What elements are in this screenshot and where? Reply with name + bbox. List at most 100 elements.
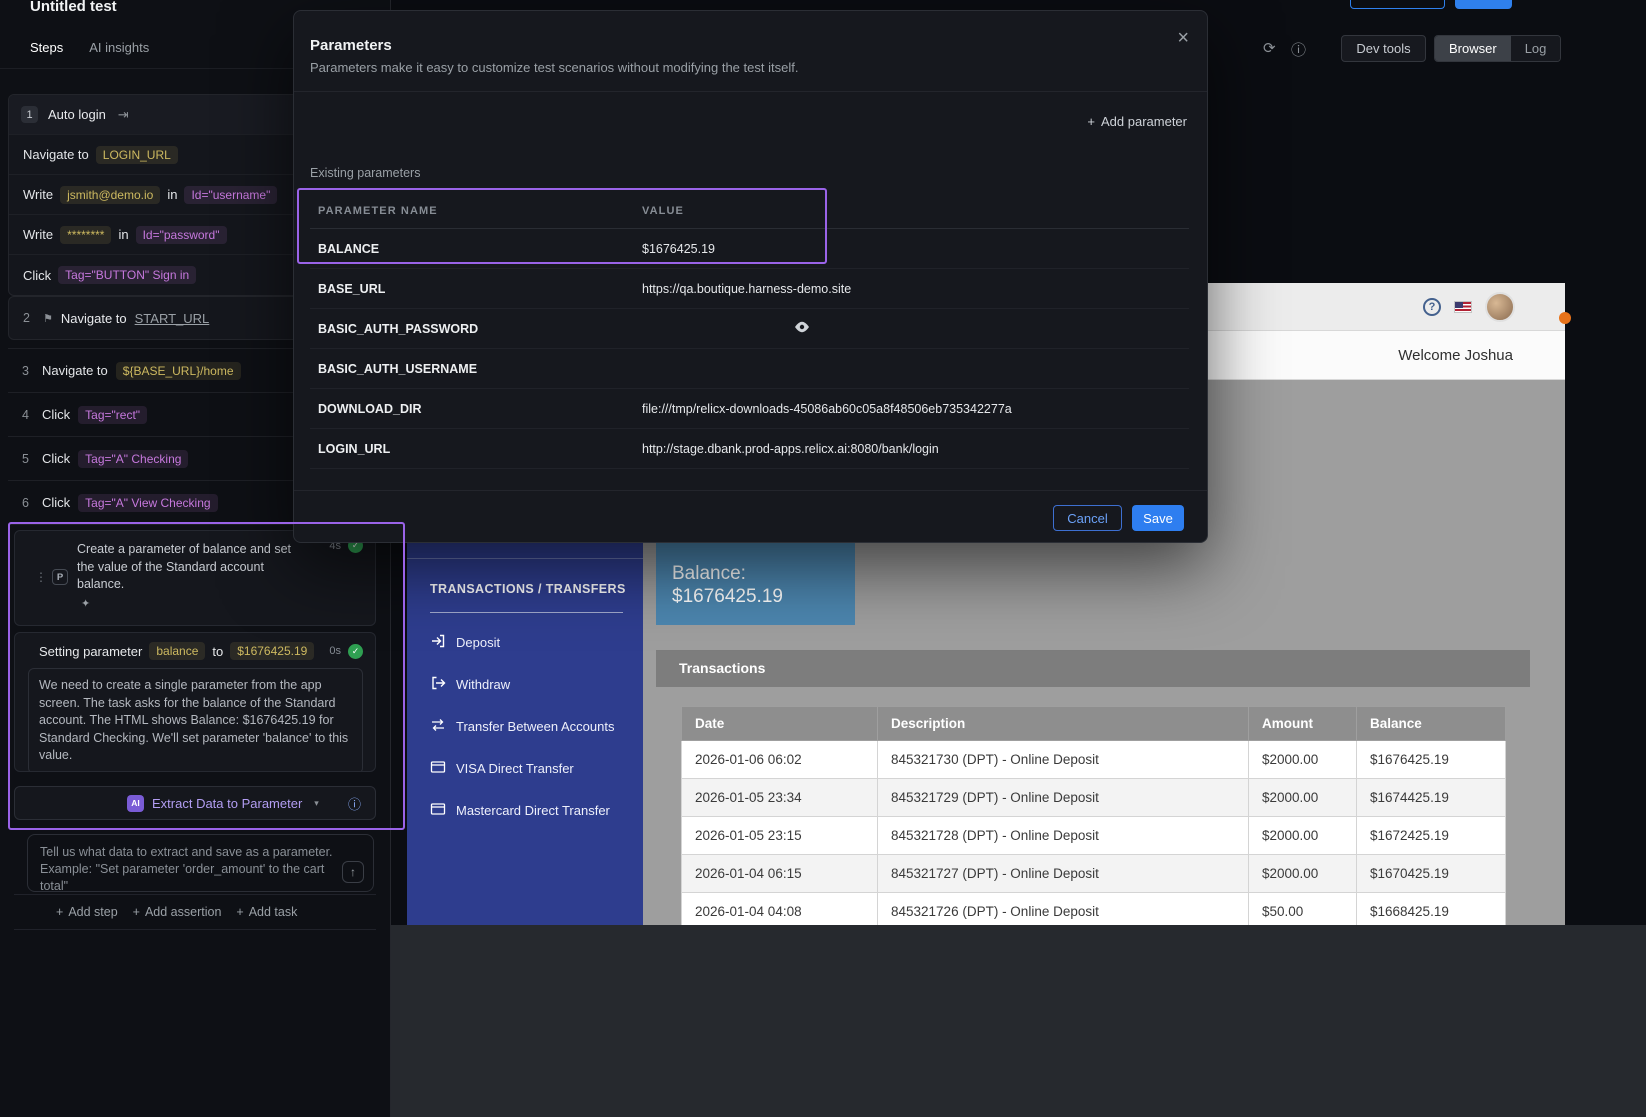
parameter-row-basic-auth-password[interactable]: BASIC_AUTH_PASSWORD bbox=[310, 309, 1189, 349]
arrow-up-icon: ↑ bbox=[350, 865, 356, 879]
browser-label: Browser bbox=[1449, 41, 1497, 56]
help-icon[interactable]: ? bbox=[1423, 298, 1441, 316]
cell-balance: $1668425.19 bbox=[1357, 893, 1506, 926]
flag-icon: ⚑ bbox=[43, 312, 53, 325]
cell-description: 845321726 (DPT) - Online Deposit bbox=[878, 893, 1249, 926]
selector-tag[interactable]: Tag="A" Checking bbox=[78, 450, 188, 468]
success-check-icon: ✓ bbox=[348, 644, 363, 659]
selector-tag[interactable]: Id="password" bbox=[136, 226, 227, 244]
step-text: Click bbox=[42, 495, 70, 510]
cell-date: 2026-01-04 06:15 bbox=[682, 855, 878, 893]
parameter-row-basic-auth-username[interactable]: BASIC_AUTH_USERNAME bbox=[310, 349, 1189, 389]
cell-description: 845321727 (DPT) - Online Deposit bbox=[878, 855, 1249, 893]
cancel-button[interactable]: Cancel bbox=[1053, 505, 1122, 531]
param-tag[interactable]: ${BASE_URL}/home bbox=[116, 362, 241, 380]
add-assertion-button[interactable]: + Add assertion bbox=[133, 905, 222, 919]
add-assertion-label: Add assertion bbox=[145, 905, 221, 919]
test-title: Untitled test bbox=[30, 0, 117, 15]
step-text: Click bbox=[23, 268, 51, 283]
sidebar-item-withdraw[interactable]: Withdraw bbox=[430, 672, 510, 696]
transfer-icon bbox=[430, 717, 446, 736]
parameters-modal: × Parameters Parameters make it easy to … bbox=[293, 10, 1208, 543]
value-tag[interactable]: jsmith@demo.io bbox=[60, 186, 160, 204]
cutoff-primary-button[interactable] bbox=[1455, 0, 1512, 9]
close-icon[interactable]: × bbox=[1177, 27, 1189, 50]
cell-date: 2026-01-05 23:15 bbox=[682, 817, 878, 855]
cell-description: 845321730 (DPT) - Online Deposit bbox=[878, 741, 1249, 779]
tab-steps[interactable]: Steps bbox=[30, 40, 63, 55]
plus-icon: + bbox=[1087, 114, 1095, 129]
add-task-button[interactable]: + Add task bbox=[236, 905, 297, 919]
us-flag-icon[interactable] bbox=[1454, 301, 1472, 313]
info-icon[interactable]: ⓘ bbox=[348, 794, 361, 813]
sidebar-item-visa-transfer[interactable]: VISA Direct Transfer bbox=[430, 756, 574, 780]
task-icons: ⋮ P bbox=[35, 569, 68, 585]
eye-icon[interactable] bbox=[794, 321, 810, 333]
parameter-name: BASIC_AUTH_USERNAME bbox=[318, 362, 642, 376]
parameter-row-base-url[interactable]: BASE_URL https://qa.boutique.harness-dem… bbox=[310, 269, 1189, 309]
save-button[interactable]: Save bbox=[1132, 505, 1184, 531]
parameter-row-balance[interactable]: BALANCE $1676425.19 bbox=[310, 229, 1189, 269]
sparkle-icon: ✦ bbox=[81, 597, 90, 610]
param-name-tag[interactable]: balance bbox=[149, 642, 205, 660]
param-value-tag[interactable]: $1676425.19 bbox=[230, 642, 314, 660]
table-row[interactable]: 2026-01-04 04:08 845321726 (DPT) - Onlin… bbox=[682, 893, 1506, 926]
parameters-header-row: PARAMETER NAME VALUE bbox=[310, 193, 1189, 229]
table-row[interactable]: 2026-01-05 23:15 845321728 (DPT) - Onlin… bbox=[682, 817, 1506, 855]
extract-prompt-input[interactable]: Tell us what data to extract and save as… bbox=[27, 834, 374, 892]
flag-canton bbox=[1455, 302, 1463, 308]
question-glyph: ? bbox=[1429, 301, 1436, 313]
avatar[interactable] bbox=[1485, 292, 1515, 322]
dev-tools-button[interactable]: Dev tools bbox=[1341, 35, 1426, 62]
extract-data-action[interactable]: AI Extract Data to Parameter ▾ ⓘ bbox=[14, 786, 376, 820]
table-row[interactable]: 2026-01-05 23:34 845321729 (DPT) - Onlin… bbox=[682, 779, 1506, 817]
selector-tag[interactable]: Tag="A" View Checking bbox=[78, 494, 217, 512]
add-step-button[interactable]: + Add step bbox=[56, 905, 118, 919]
sidebar-item-label: Withdraw bbox=[456, 677, 510, 692]
sidebar-item-deposit[interactable]: Deposit bbox=[430, 630, 500, 654]
transactions-table: Date Description Amount Balance 2026-01-… bbox=[681, 706, 1506, 925]
ai-explanation: We need to create a single parameter fro… bbox=[28, 668, 363, 772]
chevron-down-icon[interactable]: ▾ bbox=[314, 798, 319, 809]
divider bbox=[294, 91, 1207, 92]
welcome-text: Welcome Joshua bbox=[1398, 347, 1513, 364]
dev-tools-label: Dev tools bbox=[1356, 41, 1410, 56]
step-text: Write bbox=[23, 227, 53, 242]
drag-handle-icon[interactable]: ⋮ bbox=[35, 570, 47, 584]
setting-parameter-card[interactable]: Setting parameter balance to $1676425.19… bbox=[14, 632, 376, 772]
value-tag[interactable]: ******** bbox=[60, 226, 111, 244]
start-url-link[interactable]: START_URL bbox=[135, 311, 210, 326]
sidebar-item-mastercard-transfer[interactable]: Mastercard Direct Transfer bbox=[430, 798, 610, 822]
ai-task-card[interactable]: ⋮ P Create a parameter of balance and se… bbox=[14, 530, 376, 626]
param-tag[interactable]: LOGIN_URL bbox=[96, 146, 178, 164]
table-row[interactable]: 2026-01-06 06:02 845321730 (DPT) - Onlin… bbox=[682, 741, 1506, 779]
parameters-table: PARAMETER NAME VALUE BALANCE $1676425.19… bbox=[310, 193, 1189, 469]
parameter-row-login-url[interactable]: LOGIN_URL http://stage.dbank.prod-apps.r… bbox=[310, 429, 1189, 469]
selector-tag[interactable]: Tag="BUTTON" Sign in bbox=[58, 266, 196, 284]
cell-amount: $2000.00 bbox=[1249, 779, 1357, 817]
cell-balance: $1676425.19 bbox=[1357, 741, 1506, 779]
info-icon[interactable]: ⓘ bbox=[1291, 39, 1306, 60]
parameter-row-download-dir[interactable]: DOWNLOAD_DIR file:///tmp/relicx-download… bbox=[310, 389, 1189, 429]
tab-browser[interactable]: Browser bbox=[1435, 36, 1511, 61]
selector-tag[interactable]: Id="username" bbox=[184, 186, 277, 204]
parameter-name: DOWNLOAD_DIR bbox=[318, 402, 642, 416]
add-parameter-button[interactable]: + Add parameter bbox=[1087, 114, 1187, 129]
sidebar-item-transfer[interactable]: Transfer Between Accounts bbox=[430, 714, 615, 738]
table-row[interactable]: 2026-01-04 06:15 845321727 (DPT) - Onlin… bbox=[682, 855, 1506, 893]
cell-amount: $2000.00 bbox=[1249, 817, 1357, 855]
parameter-value: $1676425.19 bbox=[642, 242, 1181, 256]
tab-log[interactable]: Log bbox=[1511, 36, 1561, 61]
ai-badge-icon: AI bbox=[127, 795, 144, 812]
modal-title: Parameters bbox=[310, 37, 392, 54]
parameter-value: http://stage.dbank.prod-apps.relicx.ai:8… bbox=[642, 442, 1181, 456]
tab-ai-insights[interactable]: AI insights bbox=[89, 40, 149, 55]
submit-prompt-button[interactable]: ↑ bbox=[342, 861, 364, 883]
selector-tag[interactable]: Tag="rect" bbox=[78, 406, 147, 424]
cutoff-secondary-button[interactable] bbox=[1350, 0, 1445, 9]
screen: ⟳ ⓘ Dev tools Browser Log ? Welcome Josh… bbox=[0, 0, 1646, 1117]
refresh-icon[interactable]: ⟳ bbox=[1263, 39, 1276, 57]
step-number-badge: 1 bbox=[21, 106, 38, 123]
col-description: Description bbox=[878, 707, 1249, 741]
balance-value: $1676425.19 bbox=[672, 585, 855, 608]
